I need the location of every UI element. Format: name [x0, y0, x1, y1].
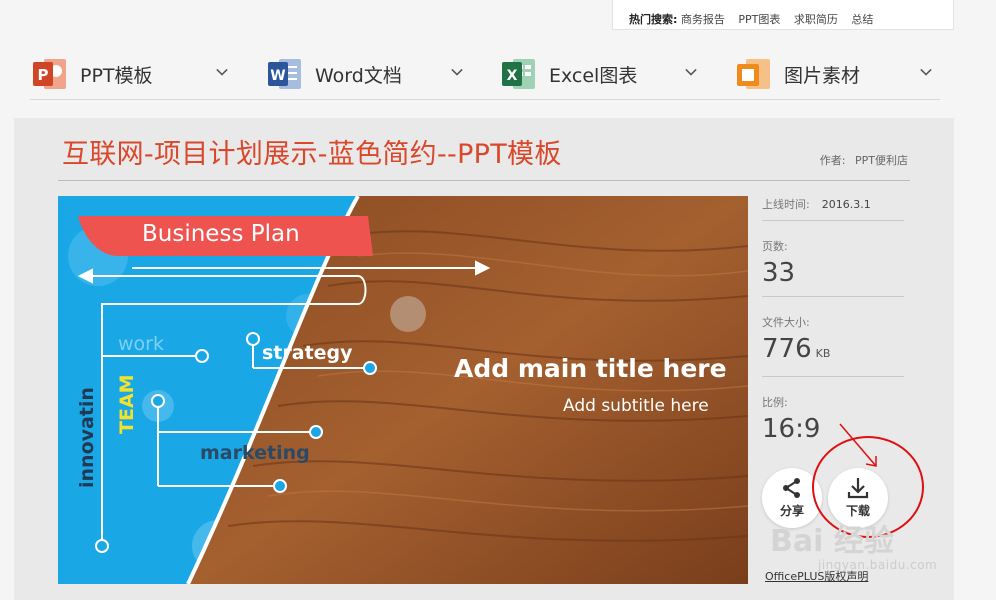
author-info: 作者: PPT便利店 — [820, 152, 908, 168]
slide-label-work: work — [118, 333, 164, 355]
hot-search-link[interactable]: PPT图表 — [738, 13, 780, 26]
nav-item-images[interactable]: 图片素材 — [736, 54, 932, 94]
author-label: 作者: — [819, 154, 846, 167]
chevron-down-icon[interactable] — [685, 66, 697, 78]
file-size-label: 文件大小: — [762, 316, 810, 329]
nav-item-word[interactable]: W Word文档 — [267, 54, 463, 94]
file-size-number: 776 — [762, 334, 812, 364]
slide-label-marketing: marketing — [200, 442, 310, 464]
slide-badge-text: Business Plan — [142, 221, 300, 247]
license-link[interactable]: OfficePLUS版权声明 — [765, 568, 868, 584]
page-count-label: 页数: — [762, 240, 788, 253]
nav-item-label: Excel图表 — [549, 64, 638, 87]
chevron-down-icon[interactable] — [920, 66, 932, 78]
nav-item-ppt[interactable]: P PPT模板 — [32, 54, 228, 94]
page: 热门搜索: 商务报告 PPT图表 求职简历 总结 P PPT模板 W Word文… — [0, 0, 996, 600]
share-icon — [783, 478, 800, 498]
nav-item-label: PPT模板 — [80, 64, 153, 87]
image-icon — [736, 56, 772, 92]
slide-main-title: Add main title here — [454, 354, 727, 383]
nav-item-label: 图片素材 — [784, 64, 861, 87]
file-size-value: 776 KB — [762, 334, 904, 364]
svg-text:X: X — [507, 68, 518, 84]
page-count: 页数: 33 — [762, 238, 904, 288]
slide-subtitle: Add subtitle here — [563, 396, 709, 416]
divider — [762, 376, 904, 377]
online-date-label: 上线时间: — [762, 198, 810, 211]
hot-search-link[interactable]: 商务报告 — [681, 13, 725, 26]
word-icon: W — [267, 56, 303, 92]
excel-icon: X — [501, 56, 537, 92]
watermark-logo: Bai 经验 — [770, 524, 894, 559]
slide-label-strategy: strategy — [262, 342, 353, 364]
slide-background — [58, 196, 748, 584]
chevron-down-icon[interactable] — [451, 66, 463, 78]
powerpoint-icon: P — [32, 56, 68, 92]
svg-text:W: W — [270, 68, 285, 84]
author-name[interactable]: PPT便利店 — [855, 154, 908, 167]
file-size: 文件大小: 776 KB — [762, 314, 904, 364]
slide-preview[interactable]: Business Plan work strategy marketing TE… — [58, 196, 748, 584]
watermark: Bai 经验 jingyan.baidu.com — [770, 512, 946, 572]
hot-search-label: 热门搜索: — [629, 13, 678, 26]
aspect-ratio-label: 比例: — [762, 396, 788, 409]
hot-search-bar: 热门搜索: 商务报告 PPT图表 求职简历 总结 — [612, 0, 954, 30]
divider — [762, 220, 904, 221]
divider — [58, 180, 910, 181]
divider — [762, 296, 904, 297]
online-date: 上线时间: 2016.3.1 — [762, 196, 904, 212]
nav-item-label: Word文档 — [315, 64, 402, 87]
chevron-down-icon[interactable] — [216, 66, 228, 78]
category-nav: P PPT模板 W Word文档 X Excel图表 图片素材 — [30, 48, 940, 100]
hot-search-link[interactable]: 求职简历 — [794, 13, 838, 26]
slide-label-innovatin: innovatin — [76, 387, 98, 488]
page-count-value: 33 — [762, 258, 796, 288]
slide-label-team: TEAM — [116, 374, 138, 434]
hot-search-link[interactable]: 总结 — [851, 13, 873, 26]
online-date-value: 2016.3.1 — [821, 198, 871, 211]
page-title: 互联网-项目计划展示-蓝色简约--PPT模板 — [62, 139, 562, 170]
svg-text:P: P — [38, 66, 49, 84]
nav-item-excel[interactable]: X Excel图表 — [501, 54, 697, 94]
file-size-unit: KB — [815, 347, 831, 360]
